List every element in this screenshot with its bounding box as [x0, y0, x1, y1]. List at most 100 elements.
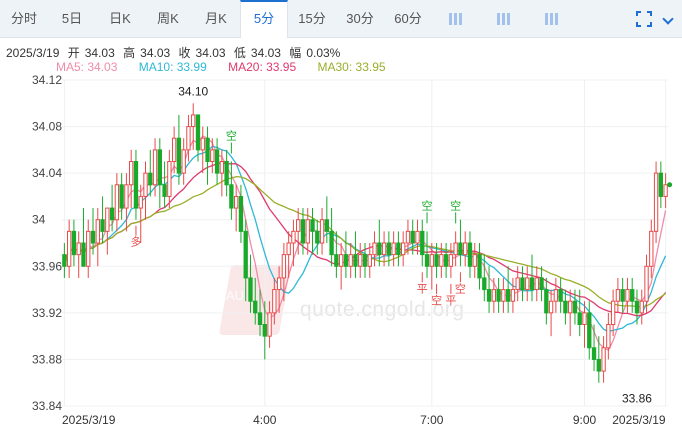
candle-body — [563, 300, 568, 314]
candle-body — [496, 289, 501, 302]
candle-body — [157, 149, 162, 186]
candle-body — [214, 149, 220, 174]
last-price-dot — [667, 182, 673, 188]
candle-body — [95, 219, 100, 244]
signal-label: 平 — [445, 294, 456, 307]
candle-body — [272, 289, 277, 314]
candle-body — [658, 172, 664, 197]
candle-body — [529, 277, 535, 291]
candle-body — [448, 254, 454, 267]
candle-body — [615, 289, 621, 302]
candlestick-chart[interactable]: 34.1234.0834.043433.9633.9233.8833.84202… — [0, 0, 682, 429]
candle-body — [472, 254, 477, 267]
candle-body — [129, 161, 134, 186]
candle-body — [229, 184, 234, 209]
candle-body — [653, 172, 659, 232]
candle-body — [71, 230, 77, 256]
candle-body — [482, 277, 487, 291]
y-tick-label: 33.84 — [32, 399, 62, 413]
price-annotation: 33.86 — [622, 392, 652, 406]
signal-label: 空 — [422, 198, 433, 212]
candle-body — [114, 184, 120, 221]
candle-body — [396, 242, 401, 256]
candle-body — [439, 254, 444, 267]
candle-body — [420, 230, 425, 256]
candle-body — [105, 207, 110, 232]
candle-body — [329, 230, 334, 256]
candle-body — [200, 137, 205, 151]
candle-body — [324, 219, 329, 232]
y-tick-label: 34.04 — [32, 166, 62, 180]
x-tick-label: 2025/3/19 — [612, 413, 666, 427]
candle-body — [405, 230, 411, 244]
candle-body — [477, 254, 482, 279]
candle-body — [539, 277, 544, 291]
candle-body — [582, 312, 587, 326]
candle-body — [100, 219, 105, 232]
candle-body — [181, 149, 186, 174]
signal-label: 多 — [130, 235, 141, 249]
candle-body — [233, 195, 239, 209]
candle-body — [310, 219, 315, 232]
candle-body — [644, 265, 649, 302]
y-tick-label: 34.08 — [32, 120, 62, 134]
candle-body — [148, 172, 153, 186]
candle-body — [587, 312, 592, 349]
candle-body — [281, 254, 287, 279]
y-tick-label: 34 — [32, 213, 46, 227]
candle-body — [267, 312, 272, 337]
candle-body — [191, 114, 196, 128]
candle-body — [348, 254, 353, 267]
candle-body — [195, 114, 201, 151]
x-tick-label: 4:00 — [253, 413, 277, 427]
candle-body — [305, 219, 310, 244]
candle-body — [634, 300, 640, 314]
candle-body — [300, 219, 306, 244]
candle-body — [343, 254, 349, 267]
candle-body — [606, 324, 611, 349]
candle-body — [171, 137, 177, 162]
candle-body — [386, 242, 392, 256]
candle-body — [257, 312, 263, 326]
candle-body — [625, 289, 630, 302]
candle-body — [577, 312, 582, 326]
candle-body — [62, 254, 67, 267]
candle-body — [133, 161, 139, 209]
candle-body — [109, 207, 115, 221]
candle-body — [525, 277, 530, 291]
candle-body — [319, 219, 325, 244]
candle-body — [572, 300, 578, 314]
candle-body — [501, 289, 506, 302]
candle-body — [515, 277, 520, 291]
candle-body — [424, 254, 430, 267]
x-tick-label: 7:00 — [420, 413, 444, 427]
candle-body — [367, 254, 372, 267]
candle-body — [358, 254, 363, 267]
candle-body — [391, 242, 396, 256]
candle-body — [591, 347, 597, 360]
candle-body — [510, 289, 516, 302]
candle-body — [649, 230, 654, 267]
candle-body — [453, 242, 458, 256]
signal-label: 空 — [226, 129, 237, 143]
candle-body — [81, 242, 86, 267]
candle-body — [558, 289, 563, 302]
candle-body — [124, 184, 129, 209]
candle-body — [620, 289, 625, 302]
candle-body — [553, 289, 559, 302]
candle-body — [276, 277, 282, 291]
candle-body — [458, 242, 463, 256]
candle-body — [296, 219, 301, 232]
price-annotation: 34.10 — [178, 84, 208, 98]
candle-body — [152, 149, 158, 186]
candle-body — [238, 195, 244, 232]
candle-body — [338, 254, 344, 267]
candle-body — [224, 161, 229, 186]
y-tick-label: 33.92 — [32, 306, 62, 320]
candle-body — [334, 254, 339, 267]
x-tick-label: 2025/3/19 — [62, 413, 116, 427]
candle-body — [353, 254, 358, 267]
candle-body — [205, 137, 210, 162]
candle-body — [491, 289, 497, 302]
candle-body — [610, 300, 616, 326]
